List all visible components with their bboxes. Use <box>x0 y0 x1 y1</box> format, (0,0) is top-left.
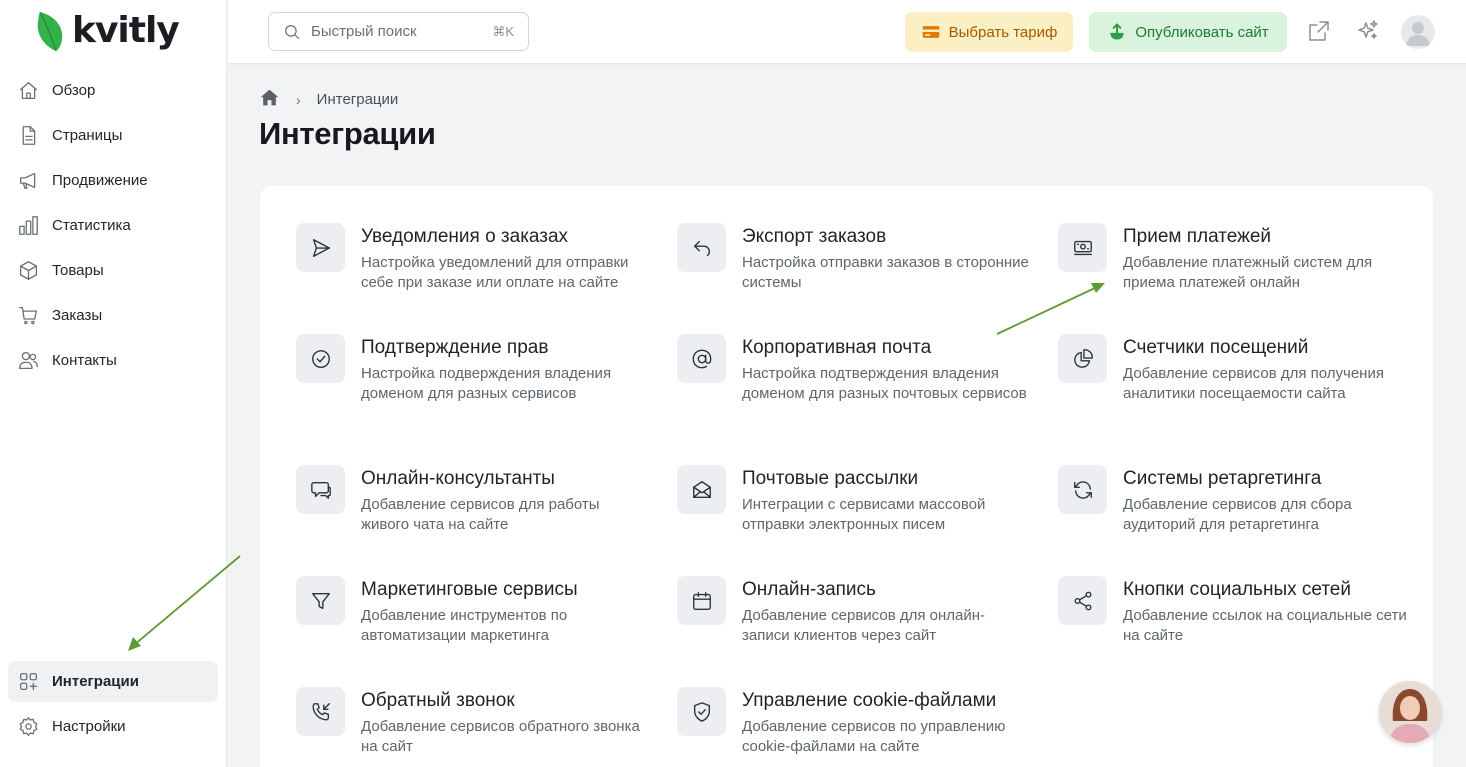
integration-desc: Добавление сервисов обратного звонка на … <box>361 718 640 755</box>
support-person-icon <box>1379 681 1441 743</box>
sidebar-item-settings[interactable]: Настройки <box>8 706 218 747</box>
shield-check-icon <box>677 687 726 736</box>
payment-icon <box>1058 223 1107 272</box>
integration-title: Онлайн-консультанты <box>361 468 555 489</box>
phone-callback-icon <box>296 687 345 736</box>
box-icon <box>17 260 39 282</box>
sidebar-item-contacts[interactable]: Контакты <box>8 340 218 381</box>
sidebar-bottom-nav: Интеграции Настройки <box>8 661 218 751</box>
publish-icon <box>1110 23 1124 40</box>
integration-desc: Настройка отправки заказов в сторонние с… <box>742 254 1029 291</box>
integration-desc: Добавление сервисов по управлению cookie… <box>742 718 1006 755</box>
integration-title: Корпоративная почта <box>742 337 932 358</box>
export-icon <box>677 223 726 272</box>
send-icon <box>296 223 345 272</box>
page-icon <box>17 125 39 147</box>
mail-open-icon <box>677 465 726 514</box>
home-breadcrumb-icon[interactable] <box>260 88 279 111</box>
page-title: Интеграции <box>259 116 436 151</box>
sidebar: kvitly Обзор Страницы Продвижение Статис… <box>0 0 227 767</box>
choose-tariff-label: Выбрать тариф <box>948 23 1058 41</box>
credit-card-icon <box>922 26 939 38</box>
integration-title: Уведомления о заказах <box>361 226 569 247</box>
sidebar-item-integrations[interactable]: Интеграции <box>8 661 218 702</box>
sidebar-item-label: Интеграции <box>52 673 139 690</box>
cart-icon <box>17 305 39 327</box>
user-avatar[interactable] <box>1401 15 1435 49</box>
users-icon <box>17 350 39 372</box>
integration-desc: Добавление сервисов для получения аналит… <box>1123 365 1384 402</box>
support-chat-avatar[interactable] <box>1379 681 1441 743</box>
sidebar-item-statistics[interactable]: Статистика <box>8 205 218 246</box>
sidebar-item-label: Товары <box>52 262 104 279</box>
integration-desc: Добавление сервисов для сбора аудиторий … <box>1123 496 1352 533</box>
integration-title: Управление cookie-файлами <box>742 690 997 711</box>
pie-chart-icon <box>1058 334 1107 383</box>
integrations-icon <box>17 671 39 693</box>
sidebar-item-label: Настройки <box>52 718 126 735</box>
sidebar-nav: Обзор Страницы Продвижение Статистика То… <box>8 70 218 385</box>
integration-title: Прием платежей <box>1123 226 1272 247</box>
integration-desc: Настройка уведомлений для отправки себе … <box>361 254 629 291</box>
sidebar-item-products[interactable]: Товары <box>8 250 218 291</box>
sidebar-item-label: Продвижение <box>52 172 148 189</box>
calendar-icon <box>677 576 726 625</box>
open-site-icon[interactable] <box>1307 19 1331 43</box>
sidebar-item-label: Заказы <box>52 307 103 324</box>
integration-title: Онлайн-запись <box>742 579 876 600</box>
breadcrumb-current: Интеграции <box>316 91 399 108</box>
integration-desc: Добавление сервисов для работы живого ча… <box>361 496 600 533</box>
check-circle-icon <box>296 334 345 383</box>
integration-desc: Добавление сервисов для онлайн-записи кл… <box>742 607 986 644</box>
breadcrumb-separator-icon: › <box>296 91 301 108</box>
integration-desc: Настройка подтверждения владения доменом… <box>742 365 1027 402</box>
integration-title: Почтовые рассылки <box>742 468 919 489</box>
share-icon <box>1058 576 1107 625</box>
integration-desc: Добавление ссылок на социальные сети на … <box>1123 607 1407 644</box>
search-input[interactable]: Быстрый поиск ⌘K <box>268 12 529 51</box>
sidebar-item-orders[interactable]: Заказы <box>8 295 218 336</box>
brand-name: kvitly <box>72 10 180 51</box>
integration-title: Системы ретаргетинга <box>1123 468 1322 489</box>
bar-chart-icon <box>17 215 39 237</box>
at-icon <box>677 334 726 383</box>
user-icon <box>1406 22 1430 46</box>
integration-title: Экспорт заказов <box>742 226 887 247</box>
gear-icon <box>17 716 39 738</box>
integration-desc: Добавление платежный систем для приема п… <box>1123 254 1373 291</box>
megaphone-icon <box>17 170 39 192</box>
chat-icon <box>296 465 345 514</box>
refresh-icon <box>1058 465 1107 514</box>
leaf-logo-icon <box>37 11 63 52</box>
integration-desc: Настройка подверждения владения доменом … <box>361 365 612 402</box>
integration-title: Обратный звонок <box>361 690 515 711</box>
choose-tariff-button[interactable]: Выбрать тариф <box>905 12 1073 52</box>
home-icon <box>17 80 39 102</box>
integration-desc: Добавление инструментов по автоматизации… <box>361 607 568 644</box>
integrations-card: Уведомления о заказах Настройка уведомле… <box>260 186 1433 767</box>
breadcrumb: › Интеграции <box>260 88 398 111</box>
sidebar-item-pages[interactable]: Страницы <box>8 115 218 156</box>
search-shortcut: ⌘K <box>492 23 514 39</box>
sidebar-item-label: Статистика <box>52 217 131 234</box>
search-icon <box>285 24 300 39</box>
search-placeholder: Быстрый поиск <box>311 23 417 40</box>
sidebar-item-label: Контакты <box>52 352 117 369</box>
sidebar-item-overview[interactable]: Обзор <box>8 70 218 111</box>
sidebar-item-label: Страницы <box>52 127 123 144</box>
publish-site-label: Опубликовать сайт <box>1135 23 1269 41</box>
integration-title: Маркетинговые сервисы <box>361 579 578 600</box>
funnel-icon <box>296 576 345 625</box>
integration-desc: Интеграции с сервисами массовой отправки… <box>742 496 986 533</box>
sidebar-item-promotion[interactable]: Продвижение <box>8 160 218 201</box>
ai-sparkles-icon[interactable] <box>1356 19 1380 43</box>
publish-site-button[interactable]: Опубликовать сайт <box>1089 12 1287 52</box>
brand-logo[interactable]: kvitly <box>36 10 180 52</box>
integration-title: Подтверждение прав <box>361 337 549 358</box>
integration-title: Кнопки социальных сетей <box>1123 579 1351 600</box>
integration-title: Счетчики посещений <box>1123 337 1309 358</box>
topbar: Быстрый поиск ⌘K Выбрать тариф Опубликов… <box>228 0 1466 64</box>
sidebar-item-label: Обзор <box>52 82 96 99</box>
